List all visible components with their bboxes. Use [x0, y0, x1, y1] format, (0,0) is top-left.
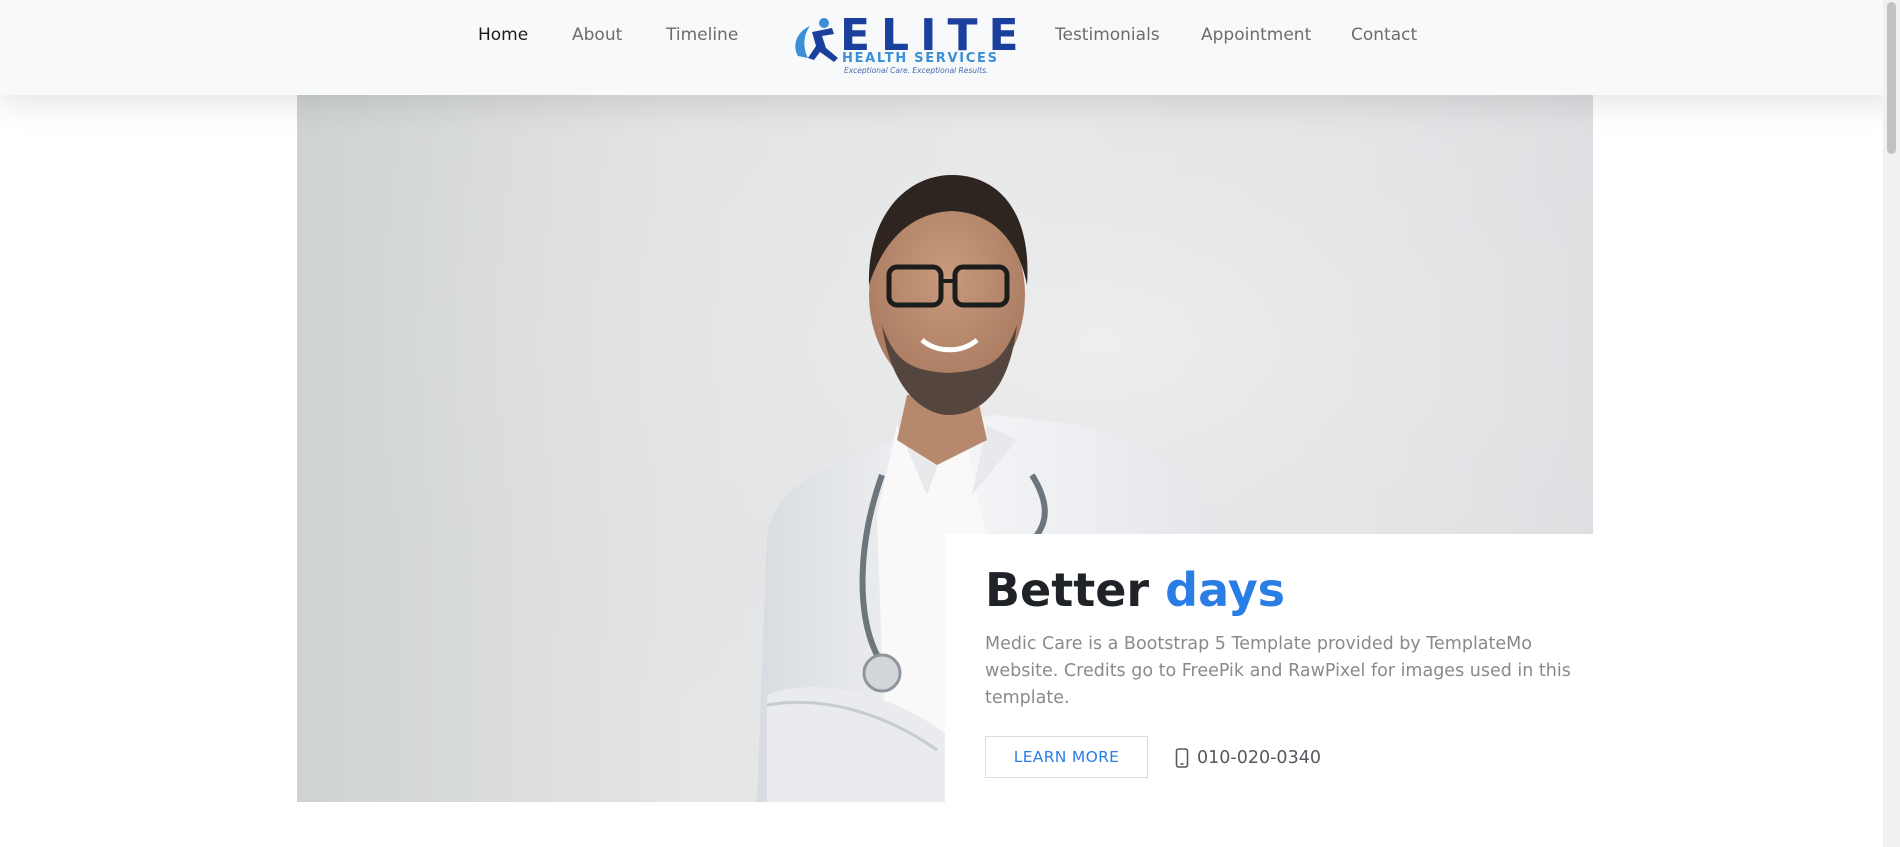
nav-link-contact[interactable]: Contact: [1351, 24, 1417, 46]
mobile-phone-icon: [1175, 748, 1189, 768]
hero-description: Medic Care is a Bootstrap 5 Template pro…: [985, 634, 1571, 708]
learn-more-button[interactable]: LEARN MORE: [985, 736, 1148, 778]
hero-card: Better days Medic Care is a Bootstrap 5 …: [945, 534, 1593, 802]
top-navbar: Home About Timeline ELITE HEALTH SERVICE…: [0, 0, 1900, 95]
hero-title: Better days: [985, 562, 1285, 618]
logo-tagline: Exceptional Care. Exceptional Results.: [844, 66, 989, 75]
hero-title-main: Better: [985, 563, 1166, 617]
brand-logo[interactable]: ELITE HEALTH SERVICES Exceptional Care. …: [788, 14, 1019, 76]
page-scrollbar[interactable]: [1883, 0, 1900, 847]
hero-title-accent: days: [1165, 563, 1286, 617]
nav-link-home[interactable]: Home: [478, 24, 528, 46]
nav-link-timeline[interactable]: Timeline: [666, 24, 738, 46]
nav-link-about[interactable]: About: [572, 24, 622, 46]
phone-number: 010-020-0340: [1197, 748, 1321, 768]
nav-link-testimonials[interactable]: Testimonials: [1055, 24, 1160, 46]
phone-contact[interactable]: 010-020-0340: [1175, 746, 1321, 770]
logo-subtitle: HEALTH SERVICES: [842, 51, 999, 66]
scrollbar-thumb[interactable]: [1887, 2, 1896, 154]
nav-link-appointment[interactable]: Appointment: [1201, 24, 1311, 46]
